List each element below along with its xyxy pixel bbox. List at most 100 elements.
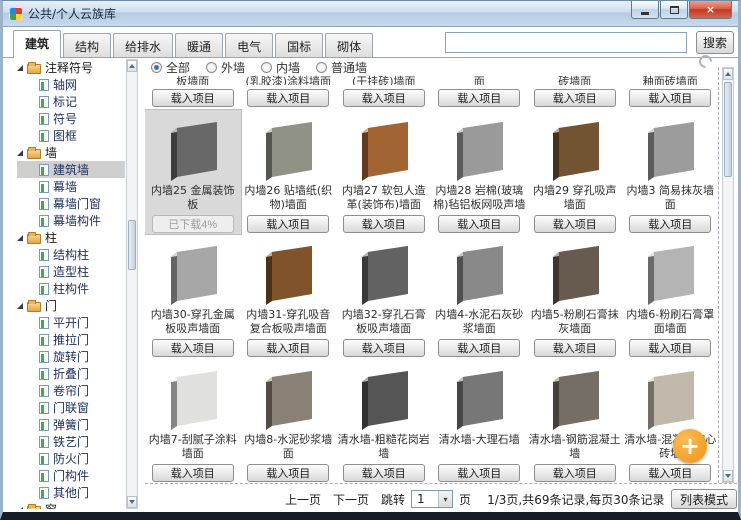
load-project-button[interactable]: 载入项目 bbox=[438, 463, 521, 482]
tree-leaf-item[interactable]: 门构件 bbox=[17, 467, 125, 484]
load-project-button[interactable]: 载入项目 bbox=[247, 214, 330, 233]
expander-icon[interactable] bbox=[17, 64, 23, 71]
load-project-button[interactable]: 载入项目 bbox=[533, 89, 616, 107]
close-button[interactable]: × bbox=[689, 1, 732, 19]
family-tile[interactable]: 内墙5-粉刷石膏抹灰墙面 载入项目 bbox=[527, 234, 623, 358]
tree-folder-item[interactable]: 门 bbox=[17, 297, 125, 314]
family-tile[interactable]: 内墙8-水泥砂浆墙面 载入项目 bbox=[241, 359, 337, 483]
expander-icon[interactable] bbox=[17, 149, 23, 156]
grid-scrollbar[interactable] bbox=[722, 67, 734, 483]
next-page-link[interactable]: 下一页 bbox=[333, 491, 369, 508]
download-progress-button[interactable]: 已下载4% bbox=[151, 214, 234, 233]
load-project-button[interactable]: 载入项目 bbox=[342, 214, 425, 233]
tree-leaf-item[interactable]: 门联窗 bbox=[17, 399, 125, 416]
scroll-down-icon[interactable] bbox=[127, 496, 137, 508]
search-button[interactable]: 搜索 bbox=[696, 31, 734, 54]
load-project-button[interactable]: 载入项目 bbox=[342, 89, 425, 107]
family-tile[interactable]: 内墙28 岩棉(玻璃棉)毡铝板网吸声墙面载入项目 bbox=[432, 110, 528, 234]
tree-leaf-item[interactable]: 卷帘门 bbox=[17, 382, 125, 399]
tab-item[interactable]: 国标 bbox=[275, 33, 324, 57]
load-project-button[interactable]: 载入项目 bbox=[629, 214, 712, 233]
family-tile[interactable]: 内墙7-刮腻子涂料墙面 载入项目 bbox=[145, 359, 241, 483]
family-tile[interactable]: 内墙25 金属装饰板 已下载4% bbox=[145, 108, 242, 235]
family-tile[interactable]: 内墙29 穿孔吸声墙面 载入项目 bbox=[527, 110, 623, 234]
page-select[interactable]: 1 ▾ bbox=[411, 490, 454, 508]
expander-icon[interactable] bbox=[17, 234, 23, 241]
tab-item[interactable]: 砌体 bbox=[325, 33, 374, 57]
family-tile[interactable]: 内墙3 简易抹灰墙面 载入项目 bbox=[623, 110, 719, 234]
load-project-button[interactable]: 载入项目 bbox=[247, 339, 330, 357]
load-project-button[interactable]: 载入项目 bbox=[151, 463, 234, 482]
tree-scrollbar[interactable] bbox=[126, 59, 138, 509]
load-project-button[interactable]: 载入项目 bbox=[533, 214, 616, 233]
family-tile[interactable]: 清水墙-钢筋混凝土墙 载入项目 bbox=[527, 359, 623, 483]
tree-leaf-item[interactable]: 造型柱 bbox=[17, 263, 125, 280]
family-tile[interactable]: 内墙32-穿孔石膏板吸声墙面 载入项目 bbox=[336, 234, 432, 358]
family-tile[interactable]: 清水墙-混凝土空心砖墙 载入项目 bbox=[623, 359, 719, 483]
tab-item[interactable]: 电气 bbox=[225, 33, 274, 57]
minimize-button[interactable] bbox=[631, 1, 659, 19]
load-project-button[interactable]: 载入项目 bbox=[342, 339, 425, 357]
maximize-button[interactable] bbox=[660, 1, 688, 19]
tree-leaf-item[interactable]: 图框 bbox=[17, 127, 125, 144]
tree-leaf-item[interactable]: 幕墙门窗 bbox=[17, 195, 125, 212]
tree-leaf-item[interactable]: 防火门 bbox=[17, 450, 125, 467]
expander-icon[interactable] bbox=[17, 302, 23, 309]
family-tile[interactable]: 清水墙-粗糙花岗岩墙 载入项目 bbox=[336, 359, 432, 483]
tree-leaf-item[interactable]: 轴网 bbox=[17, 76, 125, 93]
tab-item[interactable]: 暖通 bbox=[175, 33, 224, 57]
tree-leaf-item[interactable]: 幕墙构件 bbox=[17, 212, 125, 229]
expander-icon[interactable] bbox=[17, 506, 23, 509]
tree-leaf-item[interactable]: 标记 bbox=[17, 93, 125, 110]
load-project-button[interactable]: 载入项目 bbox=[438, 339, 521, 357]
family-tile[interactable]: 内墙6-粉刷石膏罩面墙面 载入项目 bbox=[623, 234, 719, 358]
family-tile[interactable]: 清水墙-大理石墙 载入项目 bbox=[432, 359, 528, 483]
load-project-button[interactable]: 载入项目 bbox=[629, 463, 712, 482]
tab-item[interactable]: 给排水 bbox=[113, 33, 174, 57]
tree-folder-item[interactable]: 墙 bbox=[17, 144, 125, 161]
family-tile[interactable]: 内墙30-穿孔金属板吸声墙面 载入项目 bbox=[145, 234, 241, 358]
tree-folder-item[interactable]: 窗 bbox=[17, 501, 125, 509]
load-project-button[interactable]: 载入项目 bbox=[438, 89, 521, 107]
load-project-button[interactable]: 载入项目 bbox=[629, 89, 712, 107]
load-project-button[interactable]: 载入项目 bbox=[533, 463, 616, 482]
tree-leaf-item[interactable]: 弹簧门 bbox=[17, 416, 125, 433]
list-mode-button[interactable]: 列表模式 bbox=[671, 489, 737, 509]
tree-leaf-item[interactable]: 折叠门 bbox=[17, 365, 125, 382]
scrollbar-thumb[interactable] bbox=[724, 82, 732, 177]
tree-folder-item[interactable]: 柱 bbox=[17, 229, 125, 246]
scrollbar-thumb[interactable] bbox=[128, 220, 136, 270]
search-input[interactable] bbox=[445, 32, 687, 53]
tree-leaf-item[interactable]: 幕墙 bbox=[17, 178, 125, 195]
tree-leaf-item[interactable]: 柱构件 bbox=[17, 280, 125, 297]
family-tile[interactable]: 内墙27 软包人造革(装饰布)墙面 载入项目 bbox=[336, 110, 432, 234]
family-tile[interactable]: 内墙26 贴墙纸(织物)墙面 载入项目 bbox=[241, 110, 337, 234]
scroll-up-icon[interactable] bbox=[723, 68, 733, 80]
add-button[interactable]: + bbox=[673, 429, 707, 463]
family-tile[interactable]: 内墙31-穿孔吸音复合板吸声墙面 载入项目 bbox=[241, 234, 337, 358]
tree-folder-item[interactable]: 注释符号 bbox=[17, 59, 125, 76]
tree-leaf-item[interactable]: 铁艺门 bbox=[17, 433, 125, 450]
tab-item[interactable]: 结构 bbox=[63, 33, 112, 57]
family-tile[interactable]: 内墙4-水泥石灰砂浆墙面 载入项目 bbox=[432, 234, 528, 358]
prev-page-link[interactable]: 上一页 bbox=[285, 491, 321, 508]
load-project-button[interactable]: 载入项目 bbox=[247, 89, 330, 107]
scroll-up-icon[interactable] bbox=[127, 60, 137, 72]
tree-leaf-item[interactable]: 旋转门 bbox=[17, 348, 125, 365]
tree-leaf-item[interactable]: 平开门 bbox=[17, 314, 125, 331]
tree-leaf-item[interactable]: 建筑墙 bbox=[17, 161, 125, 178]
scroll-down-icon[interactable] bbox=[723, 470, 733, 482]
chevron-down-icon[interactable]: ▾ bbox=[438, 491, 453, 507]
load-project-button[interactable]: 载入项目 bbox=[342, 463, 425, 482]
load-project-button[interactable]: 载入项目 bbox=[151, 339, 234, 357]
load-project-button[interactable]: 载入项目 bbox=[629, 339, 712, 357]
tree-leaf-item[interactable]: 结构柱 bbox=[17, 246, 125, 263]
tree-leaf-item[interactable]: 符号 bbox=[17, 110, 125, 127]
tree-leaf-item[interactable]: 推拉门 bbox=[17, 331, 125, 348]
load-project-button[interactable]: 载入项目 bbox=[247, 463, 330, 482]
tab-item[interactable]: 建筑 bbox=[13, 30, 62, 58]
load-project-button[interactable]: 载入项目 bbox=[151, 89, 234, 107]
tree-leaf-item[interactable]: 其他门 bbox=[17, 484, 125, 501]
load-project-button[interactable]: 载入项目 bbox=[533, 339, 616, 357]
load-project-button[interactable]: 载入项目 bbox=[438, 214, 521, 233]
